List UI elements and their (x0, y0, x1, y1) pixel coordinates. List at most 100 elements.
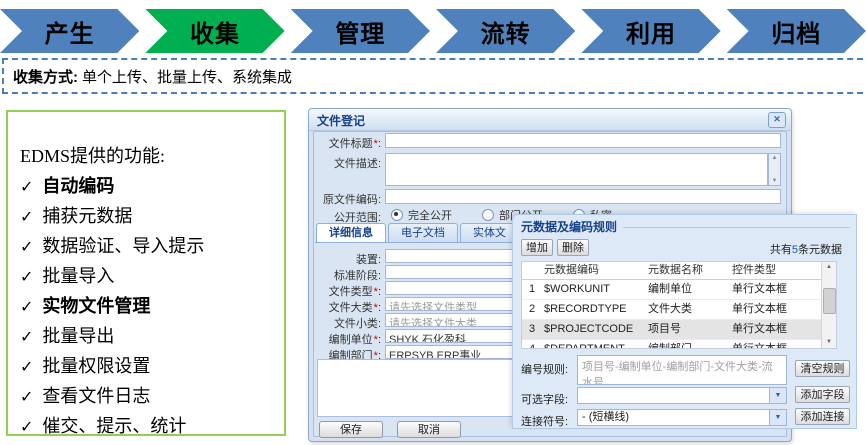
rule-input[interactable]: 项目号-编制单位-编制部门-文件大类-流水号 (577, 355, 787, 385)
features-list: ✓ 自动编码 ✓捕获元数据 ✓数据验证、导入提示 ✓ 批量导入 ✓ 实物文件管理 (20, 172, 284, 442)
row-type: 单行文本框 (732, 300, 824, 319)
row-number: 4 (522, 340, 542, 349)
metadata-table-row[interactable]: 4 $DEPARTMENT 编制部门 单行文本框 (522, 340, 836, 349)
detail-field-input[interactable] (385, 281, 515, 295)
scroll-up-icon[interactable]: ▲ (822, 262, 836, 273)
feature-item: ✓捕获元数据 (20, 202, 284, 232)
check-icon: ✓ (20, 269, 33, 286)
detail-field-label: 文件类型*: (311, 283, 381, 299)
radio-icon[interactable] (391, 209, 403, 221)
delete-metadata-button[interactable]: 删除 (557, 239, 589, 256)
scrollbar-thumb[interactable] (823, 288, 836, 314)
tab-label: 实体文 (473, 227, 506, 239)
orig-code-input[interactable] (385, 189, 781, 204)
check-icon: ✓ (20, 239, 33, 256)
row-name: 编制部门 (648, 340, 732, 349)
metadata-rows: 1 $WORKUNIT 编制单位 单行文本框 2 $RECORDTYPE 文件大… (522, 280, 836, 349)
flow-step-label: 利用 (626, 14, 676, 49)
metadata-table-row[interactable]: 2 $RECORDTYPE 文件大类 单行文本框 (522, 300, 836, 320)
add-field-button[interactable]: 添加字段 (795, 386, 850, 403)
feature-item-label: 自动编码 (42, 176, 114, 196)
detail-field-input[interactable]: SHYK 石化盈科 (385, 329, 515, 343)
save-button[interactable]: 保存 (319, 421, 383, 438)
dialog-title: 文件登记 (317, 112, 365, 129)
feature-item: ✓数据验证、导入提示 (20, 232, 284, 262)
add-connector-button[interactable]: 添加连接 (795, 408, 850, 425)
feature-item-label: 实物文件管理 (42, 296, 150, 316)
dialog-tab[interactable]: 实体文 (460, 223, 519, 243)
scroll-up-icon[interactable]: ▲ (772, 154, 778, 162)
flow-step[interactable]: 管理 (291, 9, 430, 53)
flow-step[interactable]: 利用 (581, 9, 720, 53)
tab-label: 电子文档 (401, 227, 445, 239)
close-icon[interactable]: ✕ (768, 112, 786, 128)
tab-label: 详细信息 (329, 227, 373, 239)
row-code: $WORKUNIT (542, 280, 648, 299)
dialog-tabs: 详细信息 电子文档 实体文 (316, 223, 519, 243)
row-code: $RECORDTYPE (542, 300, 648, 319)
col-name-header: 元数据名称 (648, 262, 732, 279)
detail-field-input[interactable]: 请先选择文件类型 (385, 297, 515, 311)
process-flow: 产生 收集 管理 流转 利用 归档 (0, 9, 866, 53)
check-icon: ✓ (20, 179, 33, 196)
radio-label: 完全公开 (408, 207, 452, 223)
legend-line (623, 227, 850, 228)
connector-label: 连接符号: (521, 413, 568, 429)
feature-item: ✓ 查看文件日志 (20, 382, 284, 412)
optional-field-label: 可选字段: (521, 391, 568, 407)
check-icon: ✓ (20, 209, 33, 226)
metadata-count: 共有5条元数据 (770, 241, 842, 257)
metadata-table-row[interactable]: 1 $WORKUNIT 编制单位 单行文本框 (522, 280, 836, 300)
metadata-table-row[interactable]: 3 $PROJECTCODE 项目号 单行文本框 (522, 320, 836, 340)
row-name: 项目号 (648, 320, 732, 339)
check-icon: ✓ (20, 299, 33, 316)
row-number: 3 (522, 320, 542, 339)
scope-radio-option[interactable]: 完全公开 (391, 207, 452, 223)
row-number: 1 (522, 280, 542, 299)
cancel-button[interactable]: 取消 (397, 421, 461, 438)
dialog-tab[interactable]: 详细信息 (316, 223, 386, 243)
row-type: 单行文本框 (732, 340, 824, 349)
detail-field-input[interactable]: ERPSYB ERP事业 (385, 345, 515, 359)
add-metadata-button[interactable]: 增加 (521, 239, 553, 256)
optional-field-select[interactable]: ▼ (577, 387, 787, 404)
scroll-down-icon[interactable]: ▼ (772, 177, 778, 185)
connector-value: - (短横线) (582, 411, 629, 423)
orig-code-label: 原文件编码: (311, 191, 381, 207)
detail-field-input[interactable] (385, 249, 515, 263)
chevron-down-icon[interactable]: ▼ (769, 388, 786, 403)
chevron-down-icon[interactable]: ▼ (769, 410, 786, 425)
detail-field-input[interactable]: 请先选择文件大类 (385, 313, 515, 327)
row-code: $DEPARTMENT (542, 340, 648, 349)
clear-rule-button[interactable]: 清空规则 (795, 360, 850, 377)
scroll-down-icon[interactable]: ▼ (822, 337, 836, 348)
doc-desc-textarea[interactable] (385, 153, 768, 186)
flow-step[interactable]: 收集 (145, 9, 284, 53)
detail-field-input[interactable] (385, 265, 515, 279)
row-type: 单行文本框 (732, 320, 824, 339)
doc-title-input[interactable] (385, 133, 781, 148)
metadata-panel-header: 元数据及编码规则 (513, 215, 856, 235)
dialog-tab[interactable]: 电子文档 (388, 223, 458, 243)
desc-scrollbar[interactable]: ▲ ▼ (768, 153, 781, 186)
dialog-titlebar[interactable]: 文件登记 ✕ (309, 109, 791, 131)
feature-item: ✓ 实物文件管理 (20, 292, 284, 322)
flow-step[interactable]: 产生 (0, 9, 139, 53)
feature-item-label: 批量导入 (42, 266, 114, 286)
feature-item-label: 查看文件日志 (42, 386, 150, 406)
metadata-panel-title: 元数据及编码规则 (521, 218, 617, 235)
feature-item: ✓批量权限设置 (20, 352, 284, 382)
flow-step[interactable]: 流转 (436, 9, 575, 53)
flow-step-label: 收集 (190, 14, 240, 49)
doc-title-label: 文件标题*: (311, 135, 381, 151)
radio-icon[interactable] (482, 209, 494, 221)
check-icon: ✓ (20, 389, 33, 406)
row-name: 编制单位 (648, 280, 732, 299)
flow-step-label: 归档 (771, 14, 821, 49)
flow-step[interactable]: 归档 (727, 9, 866, 53)
detail-field-label: 装置*: (311, 251, 381, 267)
flow-step-label: 管理 (335, 14, 385, 49)
metadata-panel: 元数据及编码规则 增加 删除 共有5条元数据 元数据编码 元数据名称 控件类型 … (512, 214, 857, 429)
connector-select[interactable]: - (短横线) ▼ (577, 409, 787, 426)
table-scrollbar[interactable]: ▲ ▼ (821, 262, 836, 348)
